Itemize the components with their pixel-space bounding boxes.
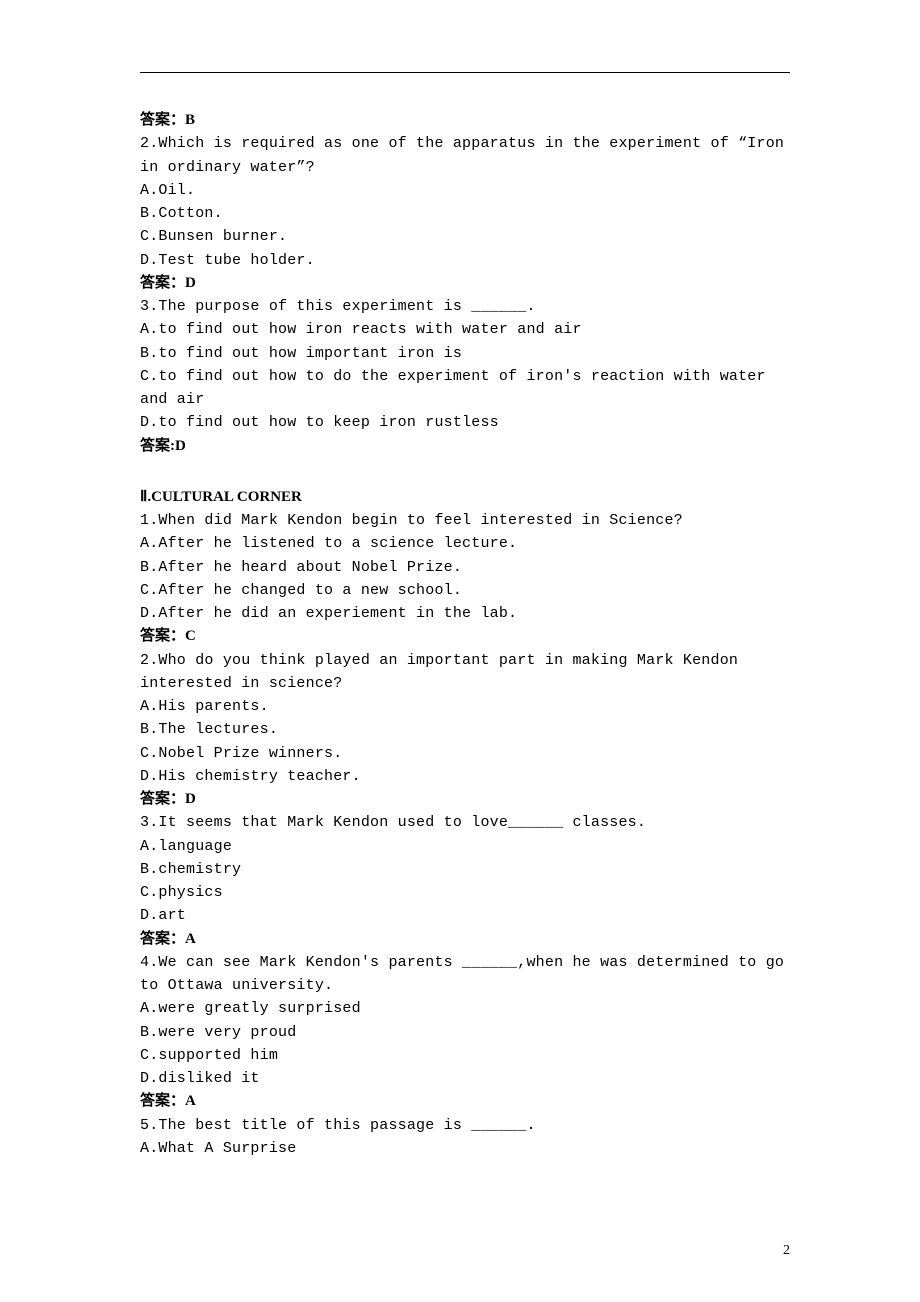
s2-q1-option-a: A.After he listened to a science lecture…	[140, 532, 790, 555]
spacer	[140, 458, 790, 472]
s2-q2-answer: 答案：D	[140, 788, 790, 811]
s2-q4-option-d: D.disliked it	[140, 1067, 790, 1090]
s2-q1-option-d: D.After he did an experiement in the lab…	[140, 602, 790, 625]
question-3-option-b: B.to find out how important iron is	[140, 342, 790, 365]
s2-q4-answer: 答案：A	[140, 1090, 790, 1113]
question-3-option-d: D.to find out how to keep iron rustless	[140, 411, 790, 434]
page: 答案：B 2.Which is required as one of the a…	[0, 0, 920, 1302]
s2-q1-option-c: C.After he changed to a new school.	[140, 579, 790, 602]
s2-q4-option-c: C.supported him	[140, 1044, 790, 1067]
s2-q3-answer: 答案：A	[140, 928, 790, 951]
s2-q3-option-a: A.language	[140, 835, 790, 858]
question-3-option-a: A.to find out how iron reacts with water…	[140, 318, 790, 341]
question-3-stem: 3.The purpose of this experiment is ____…	[140, 295, 790, 318]
s2-q3-option-d: D.art	[140, 904, 790, 927]
answer-label-prev: 答案：B	[140, 109, 790, 132]
question-3-answer: 答案:D	[140, 435, 790, 458]
s2-q2-option-c: C.Nobel Prize winners.	[140, 742, 790, 765]
s2-q1-stem: 1.When did Mark Kendon begin to feel int…	[140, 509, 790, 532]
question-2-option-a: A.Oil.	[140, 179, 790, 202]
s2-q2-option-d: D.His chemistry teacher.	[140, 765, 790, 788]
question-2-stem: 2.Which is required as one of the appara…	[140, 132, 790, 179]
header-rule	[140, 72, 790, 73]
question-2-option-c: C.Bunsen burner.	[140, 225, 790, 248]
s2-q3-stem: 3.It seems that Mark Kendon used to love…	[140, 811, 790, 834]
s2-q2-stem: 2.Who do you think played an important p…	[140, 649, 790, 696]
s2-q2-option-a: A.His parents.	[140, 695, 790, 718]
page-number: 2	[783, 1240, 790, 1262]
section-2-title: Ⅱ.CULTURAL CORNER	[140, 486, 790, 509]
s2-q4-option-a: A.were greatly surprised	[140, 997, 790, 1020]
s2-q5-stem: 5.The best title of this passage is ____…	[140, 1114, 790, 1137]
s2-q4-stem: 4.We can see Mark Kendon's parents _____…	[140, 951, 790, 998]
s2-q3-option-c: C.physics	[140, 881, 790, 904]
s2-q4-option-b: B.were very proud	[140, 1021, 790, 1044]
question-3-option-c: C.to find out how to do the experiment o…	[140, 365, 790, 412]
s2-q5-option-a: A.What A Surprise	[140, 1137, 790, 1160]
s2-q1-answer: 答案：C	[140, 625, 790, 648]
s2-q1-option-b: B.After he heard about Nobel Prize.	[140, 556, 790, 579]
s2-q3-option-b: B.chemistry	[140, 858, 790, 881]
question-2-option-d: D.Test tube holder.	[140, 249, 790, 272]
s2-q2-option-b: B.The lectures.	[140, 718, 790, 741]
question-2-answer: 答案：D	[140, 272, 790, 295]
question-2-option-b: B.Cotton.	[140, 202, 790, 225]
